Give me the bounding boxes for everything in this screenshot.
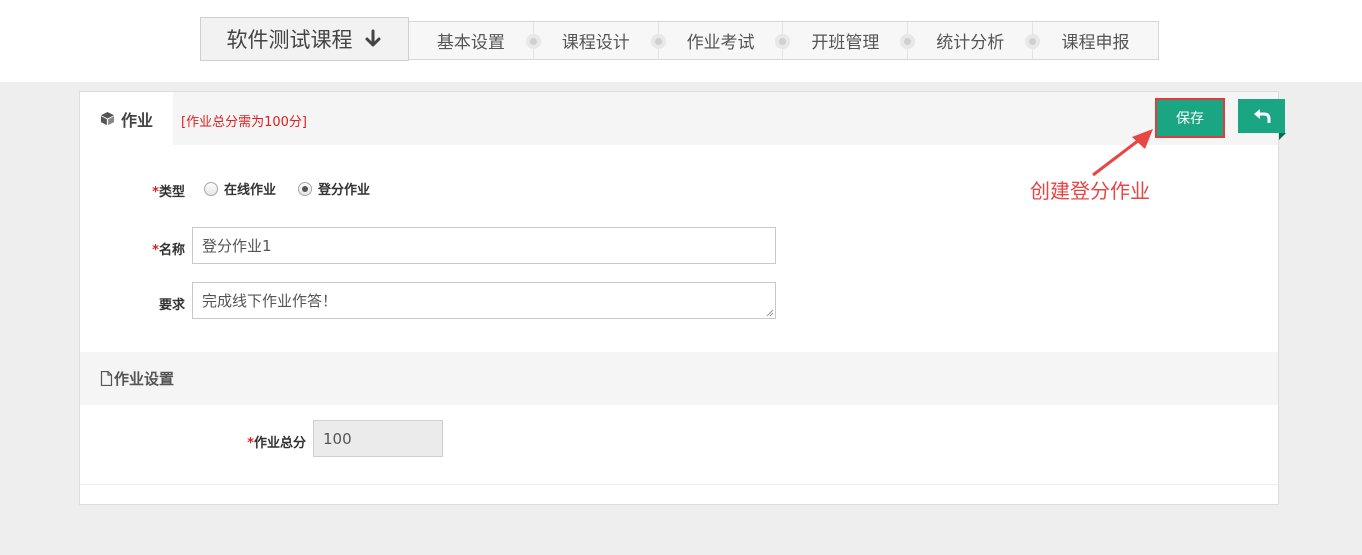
name-label-row: *名称 (140, 239, 185, 258)
radio-circle-checked[interactable] (298, 181, 313, 196)
reply-arrow-icon (1253, 109, 1270, 123)
step-label: 课程申报 (1061, 33, 1130, 53)
type-label: 类型 (158, 185, 185, 200)
requirement-textarea[interactable]: 完成线下作业作答！ (192, 282, 776, 319)
top-navigation-bar: 软件测试课程 基本设置 课程设计 作业考试 开班管理 统计分析 课程申报 (0, 0, 1362, 82)
step-separator-icon (525, 34, 541, 49)
total-score-value: 100 (323, 429, 352, 448)
step-label: 统计分析 (936, 33, 1005, 53)
save-button[interactable]: 保存 (1155, 98, 1225, 138)
step-separator-icon (650, 34, 666, 49)
step-navigation: 基本设置 课程设计 作业考试 开班管理 统计分析 课程申报 (409, 21, 1159, 60)
annotation-arrow-icon (1092, 129, 1153, 177)
name-input[interactable]: 登分作业1 (192, 227, 776, 264)
radio-score-homework[interactable]: 登分作业 (298, 179, 370, 198)
step-course-design[interactable]: 课程设计 (534, 22, 666, 59)
resize-handle-icon[interactable] (766, 309, 774, 317)
total-score-label: 作业总分 (253, 436, 306, 451)
step-label: 作业考试 (686, 33, 755, 53)
radio-label: 在线作业 (224, 183, 277, 198)
cube-icon (100, 111, 115, 126)
step-class-management[interactable]: 开班管理 (783, 22, 916, 59)
type-radio-group: 在线作业 登分作业 (204, 179, 392, 198)
required-marker: * (247, 436, 254, 451)
course-selector-button[interactable]: 软件测试课程 (200, 17, 409, 61)
total-score-input: 100 (313, 420, 443, 457)
annotation-text: 创建登分作业 (1030, 179, 1150, 203)
save-button-label: 保存 (1176, 111, 1204, 127)
name-label: 名称 (158, 243, 185, 258)
requirement-label: 要求 (158, 298, 185, 313)
tab-homework[interactable]: 作业 (80, 92, 173, 145)
arrow-down-icon (365, 29, 380, 47)
radio-online-homework[interactable]: 在线作业 (204, 179, 276, 198)
required-marker: * (152, 243, 159, 258)
name-input-value: 登分作业1 (202, 237, 272, 255)
step-homework-exam[interactable]: 作业考试 (659, 22, 791, 59)
step-basic-settings[interactable]: 基本设置 (409, 22, 541, 59)
step-course-declaration[interactable]: 课程申报 (1033, 22, 1158, 59)
requirement-value: 完成线下作业作答！ (202, 292, 338, 310)
total-score-label-row: *作业总分 (230, 432, 306, 451)
score-hint: [作业总分需为100分] (181, 115, 307, 130)
radio-label: 登分作业 (318, 183, 371, 198)
panel-divider (80, 484, 1278, 485)
course-title: 软件测试课程 (226, 28, 353, 52)
settings-section-header: 作业设置 (80, 352, 1278, 405)
step-label: 开班管理 (811, 33, 880, 53)
settings-section-title: 作业设置 (114, 370, 175, 388)
document-icon (100, 371, 113, 386)
requirement-label-row: 要求 (140, 294, 185, 313)
type-label-row: *类型 (140, 181, 185, 200)
back-button[interactable] (1238, 99, 1286, 140)
step-statistics[interactable]: 统计分析 (908, 22, 1041, 59)
tab-label: 作业 (121, 110, 154, 130)
step-label: 课程设计 (561, 33, 630, 53)
radio-circle[interactable] (204, 181, 218, 196)
step-label: 基本设置 (436, 33, 505, 53)
required-marker: * (152, 185, 159, 200)
